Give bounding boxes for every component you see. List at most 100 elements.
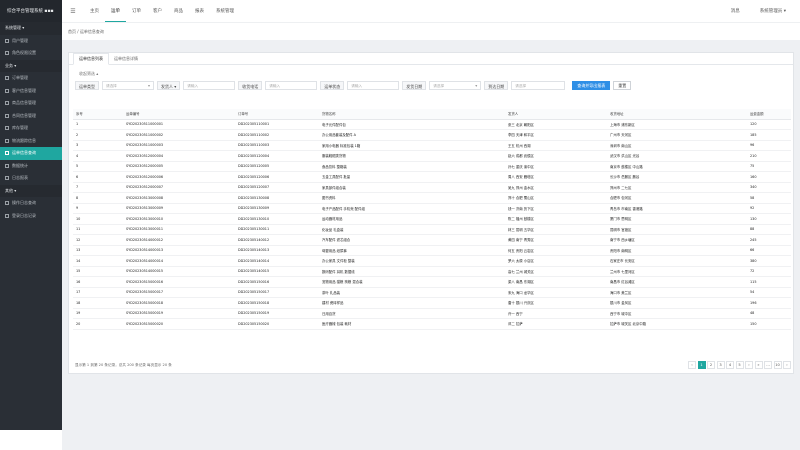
table-row[interactable]: 12 SYD20230514000012 DD202305140012 汽车配件 滤芯… [73,234,791,246]
page-button[interactable]: 3 [716,361,725,369]
page-button[interactable]: 10 [773,361,782,369]
table-row[interactable]: 17 SYD20230515000017 DD202305150017 茶叶 礼品装宋… [73,287,791,298]
sidebar-group[interactable]: 系统管理 ▾ [0,22,62,35]
user-menu[interactable]: 系统管理员 ▾ [760,8,786,14]
table-cell: 周八 西安 雁塔区 [505,171,607,183]
sidebar-item[interactable]: 用户管理 [0,35,62,48]
top-nav-item[interactable]: 系统管理 [210,0,240,22]
table-cell: SYD20230512000005 [123,161,235,172]
table-cell: 王五 杭州 西湖 [505,140,607,151]
column-header[interactable]: 货物名称 [319,109,505,120]
table-row[interactable]: 15 SYD20230514000015 DD202305140015 数码配件 耳机… [73,266,791,277]
column-header[interactable]: 运单编号 [123,109,235,120]
column-header[interactable]: 订单号 [235,109,319,120]
table-cell: 14 [73,255,123,267]
sidebar-item[interactable]: 订单管理 [0,72,62,85]
sidebar-item[interactable]: 运单信息查询 [0,147,62,160]
page-button[interactable]: » [754,361,763,369]
sidebar-item[interactable]: 操作日志查询 [0,197,62,210]
table-row[interactable]: 18 SYD20230515000018 DD202305150018 建材 瓷砖样品… [73,297,791,309]
top-nav-item[interactable]: 订单 [126,0,147,22]
table-cell: DD202305150020 [235,318,319,330]
table-row[interactable]: 4 SYD20230512000004 DD202305120004 服装鞋帽类货物赵… [73,150,791,162]
page-button[interactable]: › [783,361,791,369]
column-header[interactable]: 运费金额 [747,109,791,120]
filter-input[interactable]: 请输入 [183,80,236,90]
table-cell: 郑十 合肥 蜀山区 [505,192,607,204]
table-cell: 54 [747,287,791,298]
table-row[interactable]: 9 SYD20230513000009 DD202305130009 电子产品配件 手… [73,203,791,214]
sidebar-item[interactable]: 日志报表 [0,172,62,185]
top-nav-item[interactable]: 商品 [168,0,189,22]
table-cell: 钱一 济南 历下区 [505,203,607,214]
table-row[interactable]: 6 SYD20230512000006 DD202305120006 五金工具配件 批… [73,171,791,183]
top-nav-item[interactable]: 主页 [84,0,105,22]
sidebar-item-label: 操作日志查询 [12,200,36,206]
table-row[interactable]: 8 SYD20230513000008 DD202305130008 图书资料 郑十 合… [73,192,791,204]
sidebar: 综合平台管理系统 ▪▪▪ 系统管理 ▾ 用户管理 角色权限设置 业务 ▾ 订单管理 客户信… [0,0,62,430]
reset-button[interactable]: 重置 [613,80,632,90]
menu-item-icon [5,76,9,81]
sidebar-item[interactable]: 商品信息管理 [0,97,62,110]
table-cell: 食品饮料 整箱装 [319,161,505,172]
table-row[interactable]: 13 SYD20230514000013 DD202305140013 母婴用品 纸尿… [73,245,791,256]
column-header[interactable]: 收货地址 [607,109,747,120]
filter-input[interactable]: 请选择 [511,80,566,90]
table-cell: 9 [73,203,123,214]
top-nav-item[interactable]: 报表 [189,0,210,22]
filter-input[interactable]: 请输入 [265,80,318,90]
table-cell: DD202305140012 [235,234,319,246]
tab-waybill-list[interactable]: 运单信息列表 [73,53,109,65]
menu-icon[interactable]: ☰ [62,8,84,15]
page-button[interactable]: 4 [726,361,734,369]
table-row[interactable]: 5 SYD20230512000005 DD202305120005 食品饮料 整箱装… [73,161,791,172]
menu-item-icon [5,138,9,143]
sidebar-item[interactable]: 角色权限设置 [0,47,62,60]
sidebar-item[interactable]: 合同信息管理 [0,110,62,123]
table-cell: 380 [747,255,791,267]
sidebar-item[interactable]: 物流跟踪信息 [0,135,62,148]
filter-input[interactable]: 请选择 ▾ [429,80,482,90]
table-cell: 西宁市 城中区 [607,308,747,319]
table-row[interactable]: 3 SYD20230511000003 DD202305110003 家用小电器 标准… [73,140,791,151]
search-export-button[interactable]: 查询并导出报表 [572,80,611,90]
page-button[interactable]: 5 [735,361,744,369]
table-cell: 数码配件 耳机 数据线 [319,266,505,277]
column-header[interactable]: 发货人 [505,109,607,120]
filter-input[interactable]: 请选择 ▾ [102,80,154,90]
table-cell: 南宁市 西乡塘区 [607,234,747,246]
notification-item[interactable]: 消息 [731,8,740,14]
table-cell: 陈二 福州 鼓楼区 [505,213,607,225]
table-row[interactable]: 16 SYD20230515000016 DD202305150016 宠物用品 猫粮… [73,276,791,288]
sidebar-item[interactable]: 客户信息管理 [0,85,62,98]
app-root: 综合平台管理系统 ▪▪▪ 系统管理 ▾ 用户管理 角色权限设置 业务 ▾ 订单管理 客户信… [0,0,800,450]
sidebar-item-label: 登录日志记录 [12,212,36,218]
table-row[interactable]: 14 SYD20230514000014 DD202305140014 办公家具 文件… [73,255,791,267]
sidebar-item[interactable]: 数据统计 [0,160,62,173]
filter-input[interactable]: 请输入 [347,80,400,90]
table-row[interactable]: 2 SYD20230511000002 DD202305110002 办公用品套装及配… [73,129,791,141]
sidebar-item[interactable]: 登录日志记录 [0,210,62,223]
page-button[interactable]: … [764,361,772,369]
table-row[interactable]: 1 SYD20230511000001 DD202305110001 电子元件配件包张… [73,119,791,130]
sidebar-group[interactable]: 其他 ▾ [0,184,62,197]
page-button[interactable]: › [745,361,753,369]
top-nav-item[interactable]: 客户 [147,0,168,22]
sidebar-group[interactable]: 业务 ▾ [0,59,62,72]
top-nav-item[interactable]: 运单 [105,0,126,22]
column-header[interactable]: 序号 [73,109,123,120]
collapse-filter-toggle[interactable]: 收起筛选 ▴ [69,65,793,79]
tab-waybill-detail[interactable]: 运单信息详情 [109,54,143,64]
main-content: 运单信息列表 运单信息详情 收起筛选 ▴ 运单类型 请选择 ▾ 发货人 ▾ 请输入 收货电… [62,40,800,450]
table-cell: 化妆品 礼盒装 [319,224,505,235]
page-button[interactable]: 2 [707,361,715,369]
sidebar-item[interactable]: 库存管理 [0,122,62,135]
sidebar-item-label: 商品信息管理 [12,100,36,106]
table-row[interactable]: 10 SYD20230513000010 DD202305130010 运动器材用品陈… [73,213,791,225]
table-row[interactable]: 19 SYD20230515000019 DD202305150019 日用百货 许一 … [73,308,791,319]
table-row[interactable]: 20 SYD20230515000020 DD202305150020 医疗器械 包装… [73,318,791,330]
page-button[interactable]: 1 [697,361,706,369]
table-row[interactable]: 11 SYD20230513000011 DD202305130011 化妆品 礼盒装… [73,224,791,235]
table-row[interactable]: 7 SYD20230512000007 DD202305120007 家具部件组合装吴… [73,182,791,193]
page-button[interactable]: ‹ [688,361,696,369]
